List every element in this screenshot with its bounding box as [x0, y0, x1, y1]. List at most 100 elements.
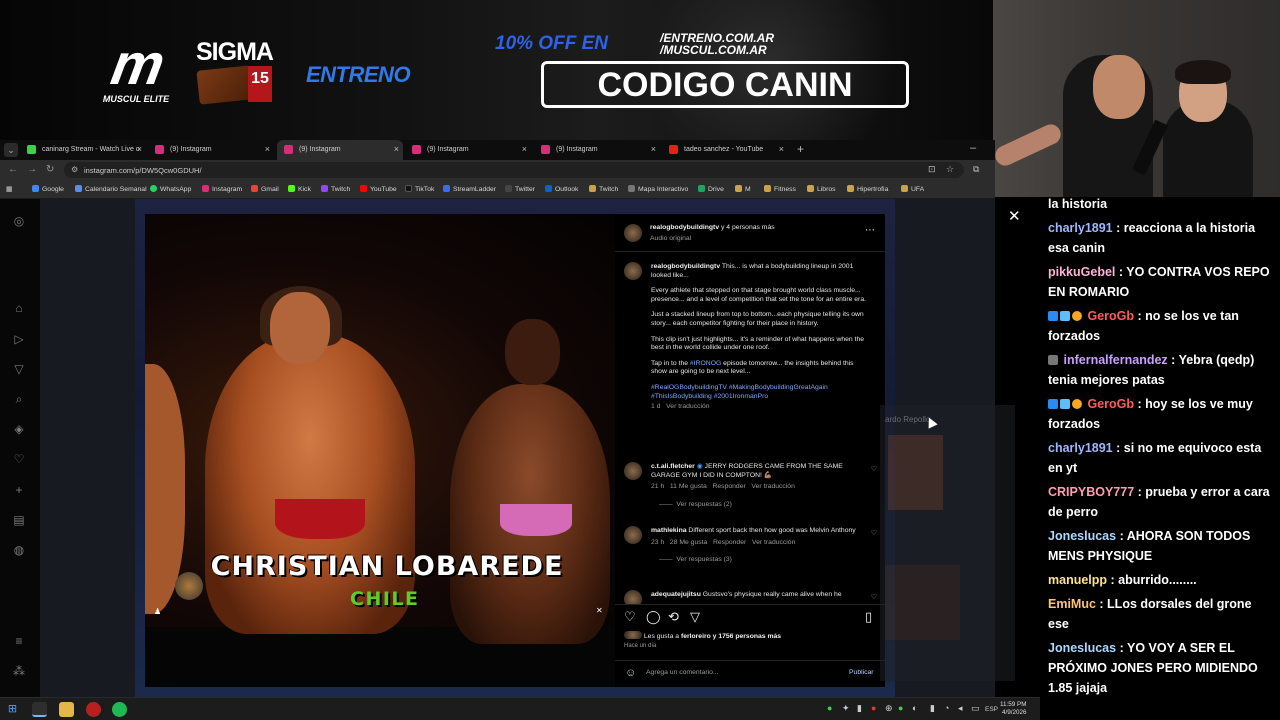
- reel-video[interactable]: CHRISTIAN LOBAREDE CHILE ♟ ✕: [145, 214, 615, 687]
- bookmark-folder-ufa[interactable]: UFA: [901, 185, 924, 193]
- tray-kick-icon[interactable]: ●: [827, 703, 832, 713]
- direct-messages-icon[interactable]: ▽: [11, 361, 27, 377]
- bookmark-star-icon[interactable]: ☆: [946, 164, 954, 175]
- comment-like-icon[interactable]: ♡: [871, 529, 877, 537]
- tray-app-icon[interactable]: ●: [871, 703, 876, 713]
- emoji-icon[interactable]: ☺: [625, 667, 636, 679]
- mini-player-ghost[interactable]: ardo Repollo: [880, 405, 1015, 681]
- caption-author-avatar[interactable]: [624, 262, 642, 280]
- also-from-meta-icon[interactable]: ⁂: [11, 663, 27, 679]
- notifications-heart-icon[interactable]: ♡: [11, 451, 27, 467]
- browser-tab[interactable]: (9) Instagram ×: [405, 140, 531, 160]
- more-options-icon[interactable]: ⋯: [865, 225, 875, 236]
- tray-app-icon[interactable]: ⊕: [885, 703, 893, 714]
- tray-wifi-icon[interactable]: ◔: [944, 703, 949, 713]
- bookmark-whatsapp[interactable]: WhatsApp: [150, 185, 191, 193]
- forward-icon[interactable]: →: [27, 164, 37, 175]
- tray-battery-icon[interactable]: ▭: [971, 703, 980, 714]
- tab-close-icon[interactable]: ×: [394, 144, 399, 154]
- bookmark-folder-hipertrofia[interactable]: Hipertrofia: [847, 185, 888, 193]
- bookmark-drive[interactable]: Drive: [698, 185, 724, 193]
- profile-icon[interactable]: ◍: [11, 542, 27, 558]
- tab-close-icon[interactable]: ×: [779, 144, 784, 154]
- comment-like-icon[interactable]: ♡: [871, 465, 877, 473]
- browser-tab-active[interactable]: (9) Instagram ×: [277, 140, 403, 160]
- menu-icon[interactable]: ≡: [11, 633, 27, 649]
- post-audio[interactable]: Audio original: [650, 235, 691, 242]
- reply-link[interactable]: Responder: [712, 483, 745, 490]
- tab-close-icon[interactable]: ×: [522, 144, 527, 154]
- likes-count[interactable]: y 1756 personas más: [713, 633, 781, 640]
- bookmark-tiktok[interactable]: TikTok: [405, 185, 434, 193]
- bookmark-twitter[interactable]: Twitter: [505, 185, 535, 193]
- tray-app-icon[interactable]: ▮: [857, 703, 862, 714]
- bookmark-google[interactable]: Google: [32, 185, 64, 193]
- site-info-icon[interactable]: ⚙: [71, 165, 78, 174]
- apps-grid-icon[interactable]: ▦: [6, 185, 12, 193]
- bookmark-instagram[interactable]: Instagram: [202, 185, 242, 193]
- chrome-taskbar-icon[interactable]: [32, 702, 47, 717]
- browser-tab[interactable]: (9) Instagram ×: [148, 140, 274, 160]
- hashtag-link[interactable]: #IRONOG: [690, 360, 721, 367]
- repost-icon[interactable]: ⟲: [668, 609, 679, 625]
- post-comments-scroll[interactable]: realogbodybuildingtv This... is what a b…: [615, 252, 885, 604]
- reply-link[interactable]: Responder: [713, 539, 746, 546]
- comment-input[interactable]: Agrega un comentario...: [646, 669, 719, 676]
- like-heart-icon[interactable]: ♡: [624, 609, 636, 625]
- browser-tab[interactable]: (9) Instagram ×: [534, 140, 660, 160]
- bookmark-folder-libros[interactable]: Libros: [807, 185, 836, 193]
- bookmark-folder-fitness[interactable]: Fitness: [764, 185, 796, 193]
- tray-app-icon[interactable]: ●: [898, 703, 903, 713]
- tray-app-icon[interactable]: ◐: [912, 703, 917, 713]
- tray-mic-icon[interactable]: ▮: [930, 703, 935, 714]
- comment-author[interactable]: mathlekina: [651, 527, 687, 534]
- file-explorer-icon[interactable]: [59, 702, 74, 717]
- bookmark-folder-m[interactable]: M: [735, 185, 751, 193]
- comment-icon[interactable]: ◯: [646, 609, 661, 625]
- address-bar[interactable]: ⚙ instagram.com/p/DW5Qcw0GDUH/: [64, 162, 964, 178]
- author-avatar[interactable]: [624, 224, 642, 242]
- minimize-window-button[interactable]: –: [970, 142, 976, 154]
- home-icon[interactable]: ⌂: [11, 300, 27, 316]
- tab-close-icon[interactable]: ×: [651, 144, 656, 154]
- taskbar-clock[interactable]: 11:59 PM 4/9/2026: [1000, 701, 1027, 717]
- tab-close-icon[interactable]: ×: [265, 144, 270, 154]
- bookmark-outlook[interactable]: Outlook: [545, 185, 578, 193]
- spotify-taskbar-icon[interactable]: [112, 702, 127, 717]
- view-replies[interactable]: —— Ver respuestas (3): [651, 556, 866, 565]
- obs-taskbar-icon[interactable]: [86, 702, 101, 717]
- create-icon[interactable]: +: [11, 482, 27, 498]
- commenter-avatar[interactable]: [624, 526, 642, 544]
- input-language[interactable]: ESP: [985, 706, 998, 713]
- commenter-avatar[interactable]: [624, 590, 642, 604]
- new-tab-button[interactable]: +: [797, 142, 804, 156]
- explore-icon[interactable]: ◈: [11, 421, 27, 437]
- bookmark-gmail[interactable]: Gmail: [251, 185, 279, 193]
- comment-like-icon[interactable]: ♡: [871, 593, 877, 601]
- bookmark-calendario[interactable]: Calendario Semanal: [75, 185, 147, 193]
- tagged-users-icon[interactable]: ♟: [154, 607, 164, 617]
- extensions-icon[interactable]: ⧉: [973, 164, 979, 175]
- search-icon[interactable]: ⌕: [11, 391, 27, 407]
- view-replies[interactable]: —— Ver respuestas (2): [651, 501, 866, 510]
- reels-icon[interactable]: ▷: [11, 331, 27, 347]
- back-icon[interactable]: ←: [8, 164, 18, 175]
- publish-button[interactable]: Publicar: [849, 669, 874, 676]
- comment-author[interactable]: c.t.ali.fletcher: [651, 463, 695, 470]
- tab-search-button[interactable]: ⌄: [4, 143, 18, 157]
- tab-close-icon[interactable]: ×: [137, 144, 142, 154]
- comment-author[interactable]: adequatejujitsu: [651, 591, 701, 598]
- bookmark-mapa[interactable]: Mapa Interactivo: [628, 185, 688, 193]
- share-icon[interactable]: ▽: [690, 609, 700, 625]
- commenter-avatar[interactable]: [624, 462, 642, 480]
- windows-start-icon[interactable]: ⊞: [5, 702, 20, 717]
- instagram-logo-icon[interactable]: ◎: [11, 213, 27, 229]
- bookmark-streamladder[interactable]: StreamLadder: [443, 185, 496, 193]
- see-translation-link[interactable]: Ver traducción: [666, 403, 709, 410]
- caption-author[interactable]: realogbodybuildingtv: [651, 263, 720, 270]
- browser-tab[interactable]: tadeo sanchez - YouTube ×: [662, 140, 788, 160]
- save-bookmark-icon[interactable]: ▯: [865, 609, 872, 625]
- close-modal-icon[interactable]: ✕: [1008, 207, 1021, 225]
- browser-tab[interactable]: caninarg Stream - Watch Live o ×: [20, 140, 146, 160]
- tray-app-icon[interactable]: ✦: [842, 703, 850, 714]
